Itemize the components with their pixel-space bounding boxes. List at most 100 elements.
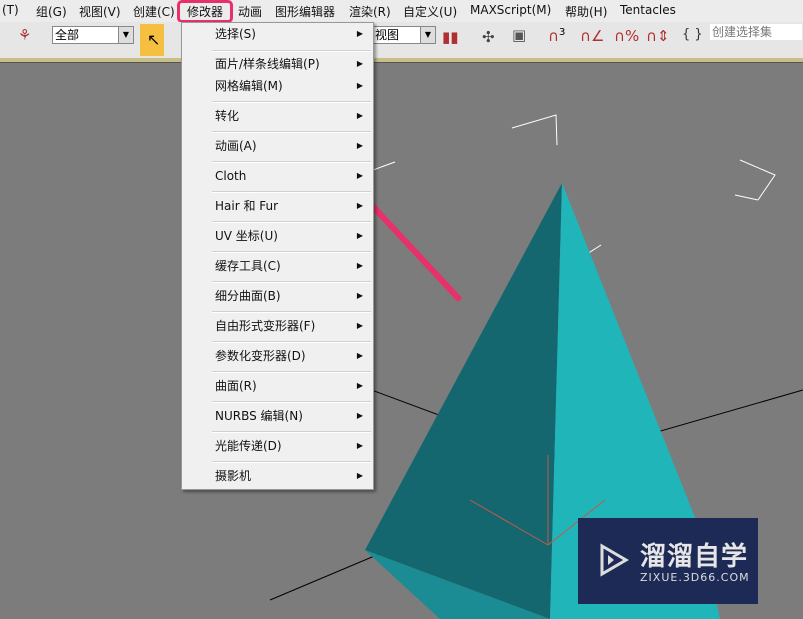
submenu-arrow-icon: ▶: [356, 59, 363, 68]
menu-item[interactable]: 摄影机 ▶: [215, 465, 373, 487]
menu-graph-editors[interactable]: 图形编辑器: [275, 3, 335, 20]
menu-tools[interactable]: (T): [2, 3, 19, 17]
item-label: 摄影机: [215, 469, 252, 483]
submenu-arrow-icon: ▶: [356, 351, 363, 360]
submenu-arrow-icon: ▶: [356, 81, 363, 90]
watermark-title: 溜溜自学: [640, 542, 749, 572]
menu-item[interactable]: NURBS 编辑(N) ▶: [215, 405, 373, 427]
item-label: 动画(A): [215, 139, 257, 153]
menu-group[interactable]: 组(G): [36, 3, 67, 20]
item-label: 自由形式变形器(F): [215, 319, 316, 333]
submenu-arrow-icon: ▶: [356, 111, 363, 120]
select-object-button[interactable]: ↖: [140, 24, 164, 56]
separator: [212, 461, 371, 463]
pyramid-dark-face: [365, 183, 562, 619]
item-label: 细分曲面(B): [215, 289, 281, 303]
submenu-arrow-icon: ▶: [356, 201, 363, 210]
view-value: 视图: [375, 28, 400, 42]
menu-item-mesh-editing[interactable]: 网格编辑(M) ▶: [215, 75, 373, 97]
menu-help[interactable]: 帮助(H): [565, 3, 607, 20]
menu-item[interactable]: Hair 和 Fur ▶: [215, 195, 373, 217]
submenu-arrow-icon: ▶: [356, 291, 363, 300]
highlight-box: [177, 0, 233, 23]
separator: [212, 101, 371, 103]
watermark-url: ZIXUE.3D66.COM: [640, 571, 750, 584]
snap-label: 3: [558, 27, 566, 38]
submenu-arrow-icon: ▶: [356, 261, 363, 270]
separator: [212, 281, 371, 283]
menu-item-conversion[interactable]: 转化 ▶: [215, 105, 373, 127]
menu-item[interactable]: 曲面(R) ▶: [215, 375, 373, 397]
separator: [212, 191, 371, 193]
chevron-down-icon: ▼: [420, 27, 435, 43]
pivot-icon[interactable]: ▮▮: [442, 28, 459, 46]
submenu-arrow-icon: ▶: [356, 321, 363, 330]
item-label: 参数化变形器(D): [215, 349, 306, 363]
menu-item-selection[interactable]: 选择(S) ▶: [215, 23, 373, 45]
separator: [212, 50, 371, 52]
submenu-arrow-icon: ▶: [356, 141, 363, 150]
separator: [212, 131, 371, 133]
menu-views[interactable]: 视图(V): [79, 3, 121, 20]
menu-item[interactable]: 光能传递(D) ▶: [215, 435, 373, 457]
separator: [212, 431, 371, 433]
selection-link-icon[interactable]: ⚘: [18, 26, 31, 44]
named-selection-input[interactable]: 创建选择集: [710, 24, 802, 40]
separator: [212, 161, 371, 163]
item-label: NURBS 编辑(N): [215, 409, 303, 423]
submenu-arrow-icon: ▶: [356, 29, 363, 38]
item-label: 缓存工具(C): [215, 259, 281, 273]
menu-customize[interactable]: 自定义(U): [403, 3, 457, 20]
reference-coordinate-dropdown[interactable]: 视图 ▼: [372, 26, 436, 44]
main-toolbar: ⚘ 全部 ▼ ↖ 视图 ▼ ▮▮ ✣ ▣ ∩3 ∩∠ ∩% ∩⇕ { } 创建选择集: [0, 22, 803, 58]
item-label: 选择(S): [215, 27, 256, 41]
named-selection-placeholder: 创建选择集: [712, 25, 773, 39]
item-label: 网格编辑(M): [215, 79, 283, 93]
separator: [212, 341, 371, 343]
menu-create[interactable]: 创建(C): [133, 3, 175, 20]
submenu-arrow-icon: ▶: [356, 231, 363, 240]
item-label: Cloth: [215, 169, 247, 183]
edit-named-selection-icon[interactable]: { }: [682, 27, 703, 42]
separator: [212, 221, 371, 223]
menu-item[interactable]: 参数化变形器(D) ▶: [215, 345, 373, 367]
cursor-icon: ↖: [147, 30, 161, 49]
item-label: UV 坐标(U): [215, 229, 278, 243]
menu-animation[interactable]: 动画: [238, 3, 262, 20]
menu-rendering[interactable]: 渲染(R): [349, 3, 391, 20]
submenu-arrow-icon: ▶: [356, 171, 363, 180]
select-manipulate-icon[interactable]: ✣: [482, 28, 495, 46]
watermark-logo: 溜溜自学 ZIXUE.3D66.COM: [578, 518, 758, 604]
submenu-arrow-icon: ▶: [356, 471, 363, 480]
play-logo-icon: [600, 543, 629, 577]
menu-item-patch-spline[interactable]: 面片/样条线编辑(P) ▶: [215, 53, 373, 75]
separator: [212, 371, 371, 373]
keyboard-shortcut-icon[interactable]: ▣: [512, 26, 526, 44]
menu-item[interactable]: Cloth ▶: [215, 165, 373, 187]
menu-item[interactable]: UV 坐标(U) ▶: [215, 225, 373, 247]
modifiers-dropdown-menu: 选择(S) ▶ 面片/样条线编辑(P) ▶ 网格编辑(M) ▶ 转化 ▶ 动画(A) ▶ C…: [181, 22, 374, 490]
menu-maxscript[interactable]: MAXScript(M): [470, 3, 551, 17]
item-label: 转化: [215, 109, 240, 123]
item-label: 光能传递(D): [215, 439, 282, 453]
angle-snap-icon[interactable]: ∩∠: [580, 27, 604, 45]
spinner-snap-icon[interactable]: ∩⇕: [646, 27, 670, 45]
submenu-arrow-icon: ▶: [356, 411, 363, 420]
separator: [212, 311, 371, 313]
menu-item[interactable]: 自由形式变形器(F) ▶: [215, 315, 373, 337]
selection-filter-value: 全部: [55, 28, 80, 42]
menu-item[interactable]: 细分曲面(B) ▶: [215, 285, 373, 307]
chevron-down-icon: ▼: [118, 27, 133, 43]
submenu-arrow-icon: ▶: [356, 441, 363, 450]
menu-item[interactable]: 动画(A) ▶: [215, 135, 373, 157]
snap-toggle-icon[interactable]: ∩3: [548, 27, 565, 45]
menu-tentacles[interactable]: Tentacles: [620, 3, 676, 17]
submenu-arrow-icon: ▶: [356, 381, 363, 390]
selection-filter-dropdown[interactable]: 全部 ▼: [52, 26, 134, 44]
menu-bar: (T) 组(G) 视图(V) 创建(C) 修改器 动画 图形编辑器 渲染(R) …: [0, 0, 803, 23]
item-label: Hair 和 Fur: [215, 199, 279, 213]
percent-snap-icon[interactable]: ∩%: [614, 27, 639, 45]
item-label: 面片/样条线编辑(P): [215, 57, 320, 71]
separator: [212, 251, 371, 253]
menu-item[interactable]: 缓存工具(C) ▶: [215, 255, 373, 277]
